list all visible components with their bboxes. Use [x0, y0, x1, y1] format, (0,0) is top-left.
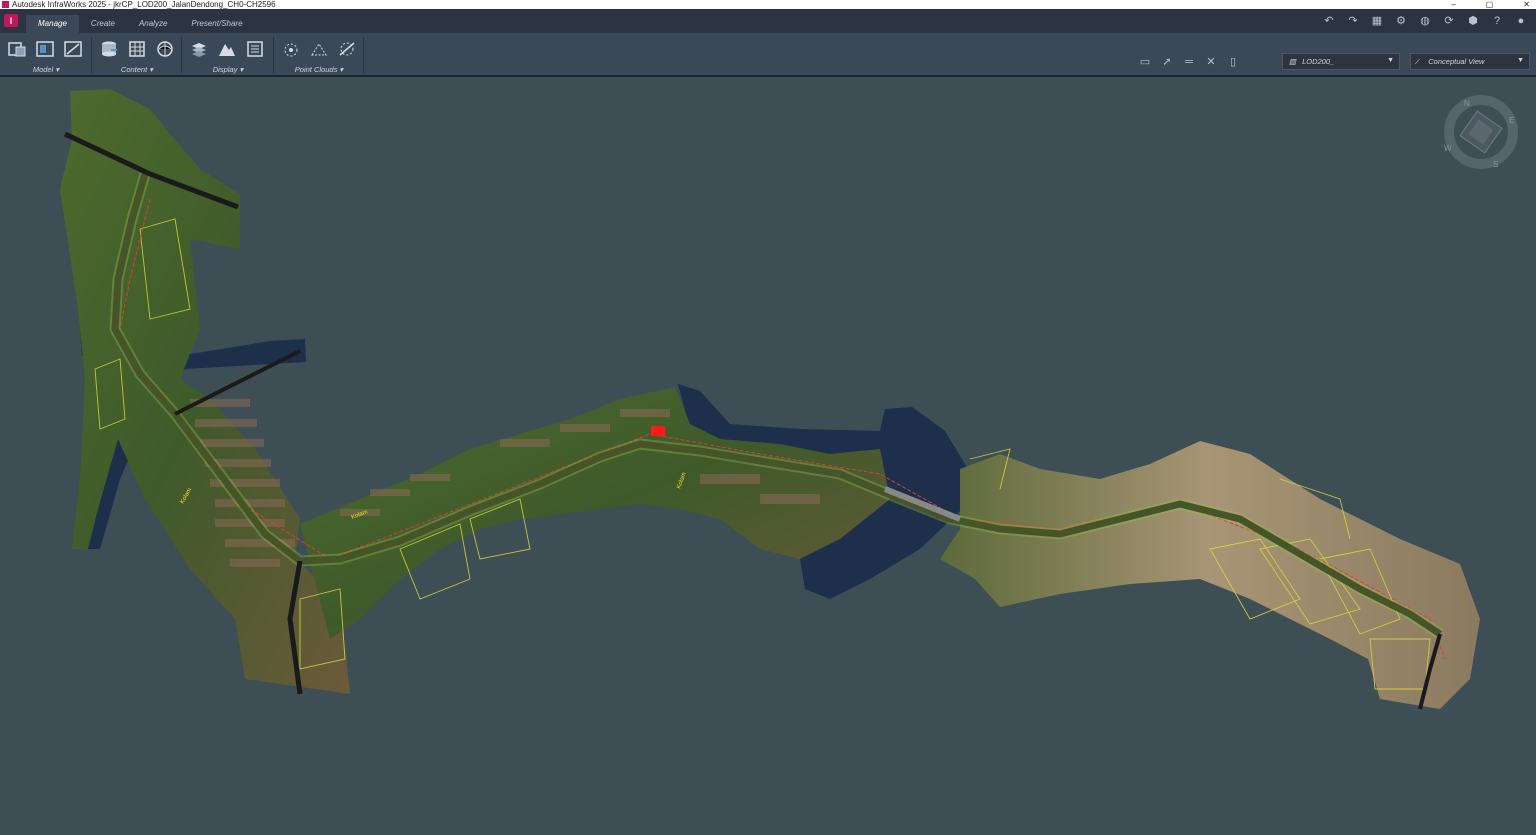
- tab-present-share[interactable]: Present/Share: [179, 15, 254, 33]
- display-panel-dropdown-icon[interactable]: ▾: [239, 65, 243, 74]
- ribbon-panel: Model ▾ Content ▾ Display ▾ Point Clouds…: [0, 33, 1536, 77]
- display-panel-label[interactable]: Display: [213, 65, 238, 74]
- app-icon: [2, 1, 9, 8]
- content-panel-label[interactable]: Content: [121, 65, 147, 74]
- model-layers-icon[interactable]: [62, 39, 84, 59]
- model-panel-dropdown-icon[interactable]: ▾: [55, 65, 59, 74]
- surface-layers-icon[interactable]: [188, 39, 210, 59]
- select-cursor-icon[interactable]: ➚: [1160, 55, 1174, 69]
- chevron-down-icon: ▼: [1387, 57, 1394, 64]
- viewcube-compass[interactable]: N E S W: [1444, 95, 1518, 169]
- point-clouds-panel: Point Clouds ▾: [274, 33, 364, 77]
- minimize-button[interactable]: –: [1451, 0, 1455, 9]
- proposal-icon: ▨: [1289, 57, 1297, 66]
- tab-analyze[interactable]: Analyze: [127, 15, 179, 33]
- maximize-button[interactable]: ▢: [1486, 0, 1494, 9]
- close-button[interactable]: ✕: [1523, 0, 1530, 9]
- ribbon-tab-bar: I Manage Create Analyze Present/Share ↶ …: [0, 9, 1536, 33]
- grid-layout-icon[interactable]: ▦: [1370, 14, 1384, 28]
- window-title: Autodesk InfraWorks 2025 - jkrCP_LOD200_…: [12, 0, 276, 9]
- view-toolbar: ▭ ➚ ═ ✕ ▯: [1138, 55, 1240, 69]
- sync-icon[interactable]: ⟳: [1442, 14, 1456, 28]
- settings-gear-icon[interactable]: ⚙: [1394, 14, 1408, 28]
- window-controls: – ▢ ✕: [1451, 0, 1530, 9]
- model-explorer-icon[interactable]: [34, 39, 56, 59]
- model-properties-icon[interactable]: [6, 39, 28, 59]
- undo-icon[interactable]: ↶: [1322, 14, 1336, 28]
- cloud-box-icon[interactable]: ⬢: [1466, 14, 1480, 28]
- measure-icon[interactable]: ═: [1182, 55, 1196, 69]
- proposal-value: LOD200_: [1302, 57, 1335, 66]
- compass-east: E: [1509, 116, 1514, 125]
- point-clouds-panel-dropdown-icon[interactable]: ▾: [339, 65, 343, 74]
- user-account-icon[interactable]: ●: [1514, 14, 1528, 28]
- chevron-down-icon: ▼: [1517, 57, 1524, 64]
- 3d-viewport[interactable]: Kolam Kolam Kolam N E S W: [0, 79, 1536, 835]
- tab-create[interactable]: Create: [79, 15, 127, 33]
- table-icon[interactable]: [126, 39, 148, 59]
- model-builder-icon[interactable]: [154, 39, 176, 59]
- help-icon[interactable]: ?: [1490, 14, 1504, 28]
- window-title-bar: Autodesk InfraWorks 2025 - jkrCP_LOD200_…: [0, 0, 1536, 9]
- point-cloud-import-icon[interactable]: [280, 39, 302, 59]
- globe-icon[interactable]: ◍: [1418, 14, 1432, 28]
- view-mode-value: Conceptual View: [1428, 57, 1485, 66]
- content-panel-dropdown-icon[interactable]: ▾: [149, 65, 153, 74]
- view-mode-dropdown[interactable]: ⁄ Conceptual View ▼: [1410, 53, 1530, 70]
- point-cloud-terrain-icon[interactable]: [308, 39, 330, 59]
- tab-manage[interactable]: Manage: [26, 15, 79, 33]
- point-clouds-panel-label[interactable]: Point Clouds: [295, 65, 338, 74]
- selected-building: [651, 426, 665, 436]
- application-menu-button[interactable]: I: [4, 14, 18, 27]
- clipboard-icon[interactable]: ▯: [1226, 55, 1240, 69]
- compass-south: S: [1493, 160, 1498, 169]
- terrain-northwest: [60, 89, 350, 694]
- tools-icon[interactable]: ✕: [1204, 55, 1218, 69]
- compass-north: N: [1464, 99, 1470, 108]
- model-panel: Model ▾: [0, 33, 92, 77]
- compass-west: W: [1444, 144, 1452, 153]
- display-panel: Display ▾: [182, 33, 274, 77]
- terrain-east: [940, 441, 1480, 709]
- view-screen-icon[interactable]: ▭: [1138, 55, 1152, 69]
- model-panel-label[interactable]: Model: [33, 65, 53, 74]
- redo-icon[interactable]: ↷: [1346, 14, 1360, 28]
- point-cloud-modeling-icon[interactable]: [336, 39, 358, 59]
- model-map: Kolam Kolam Kolam N E S W: [60, 89, 1518, 710]
- terrain-themes-icon[interactable]: [216, 39, 238, 59]
- style-rules-icon[interactable]: [244, 39, 266, 59]
- data-sources-icon[interactable]: [98, 39, 120, 59]
- view-mode-icon: ⁄: [1417, 57, 1419, 66]
- content-panel: Content ▾: [92, 33, 182, 77]
- proposal-dropdown[interactable]: ▨ LOD200_ ▼: [1282, 53, 1400, 70]
